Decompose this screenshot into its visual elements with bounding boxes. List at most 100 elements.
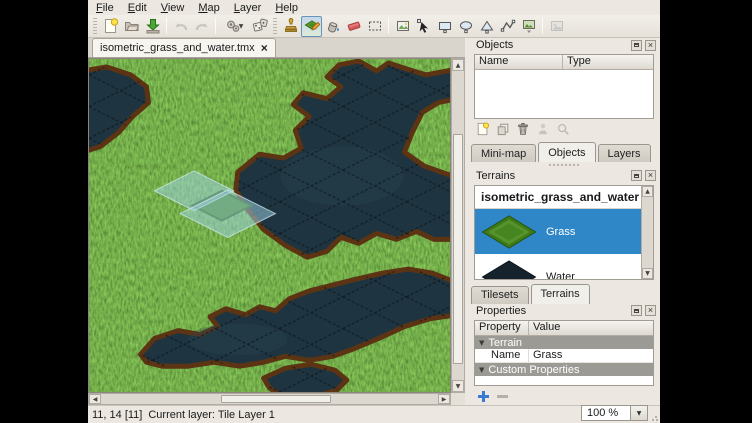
vertical-scrollbar[interactable]: ▲ ▼ xyxy=(451,58,465,393)
terrain-group-row[interactable]: ▼ Terrain xyxy=(475,336,653,349)
scroll-right-icon[interactable]: ▶ xyxy=(438,394,450,404)
tab-mini-map[interactable]: Mini-map xyxy=(471,144,536,162)
terrain-brush-button[interactable] xyxy=(301,16,322,37)
property-name: Name xyxy=(475,349,529,362)
menu-edit[interactable]: Edit xyxy=(128,2,147,14)
terrain-item-water[interactable]: Water xyxy=(475,254,653,279)
open-button[interactable] xyxy=(121,16,142,37)
trash-icon xyxy=(516,122,530,136)
terrains-list[interactable]: isometric_grass_and_water Grass Water ▲ … xyxy=(474,185,654,279)
insert-polygon-button[interactable] xyxy=(476,16,497,37)
objects-dock-titlebar[interactable]: Objects × xyxy=(468,38,660,53)
menu-help[interactable]: Help xyxy=(275,2,298,14)
stamp-brush-button[interactable] xyxy=(280,16,301,37)
picture-icon xyxy=(395,18,411,34)
execute-commands-button[interactable]: ▼ xyxy=(219,16,249,37)
redo-button[interactable] xyxy=(191,16,212,37)
horizontal-scrollbar[interactable]: ◀ ▶ xyxy=(88,393,451,405)
objects-list[interactable]: Name Type xyxy=(474,54,654,119)
close-dock-button[interactable]: × xyxy=(645,305,656,316)
insert-ellipse-button[interactable] xyxy=(455,16,476,37)
bucket-fill-button[interactable] xyxy=(322,16,343,37)
tileset-dock-tabs: Tilesets Terrains xyxy=(468,283,660,304)
float-dock-button[interactable] xyxy=(631,40,642,51)
save-button[interactable] xyxy=(142,16,163,37)
move-object-button[interactable] xyxy=(534,121,551,138)
add-property-button[interactable] xyxy=(478,391,489,402)
menu-layer[interactable]: Layer xyxy=(234,2,262,14)
edit-polygons-button[interactable] xyxy=(413,16,434,37)
menu-map[interactable]: Map xyxy=(198,2,219,14)
objects-column-type[interactable]: Type xyxy=(563,55,653,69)
close-dock-button[interactable]: × xyxy=(645,170,656,181)
scroll-up-icon[interactable]: ▲ xyxy=(642,186,653,197)
zoom-value-field[interactable]: 100 % xyxy=(581,405,631,421)
menu-view[interactable]: View xyxy=(161,2,185,14)
vertical-scroll-thumb[interactable] xyxy=(453,134,463,364)
map-editor-area: isometric_grass_and_water.tmx × xyxy=(88,38,465,405)
scroll-down-icon[interactable]: ▼ xyxy=(452,380,464,392)
zoom-dropdown-button[interactable]: ▼ xyxy=(631,405,648,421)
grass-terrain-thumbnail xyxy=(480,214,538,250)
property-value[interactable]: Grass xyxy=(529,349,653,362)
tab-objects[interactable]: Objects xyxy=(538,142,595,162)
select-objects-button[interactable] xyxy=(392,16,413,37)
horizontal-scroll-thumb[interactable] xyxy=(221,395,331,403)
inspect-object-button[interactable] xyxy=(554,121,571,138)
collapse-icon[interactable]: ▼ xyxy=(479,366,484,374)
objects-list-header: Name Type xyxy=(475,55,653,70)
terrains-scrollbar[interactable]: ▲ ▼ xyxy=(641,186,653,278)
random-mode-button[interactable] xyxy=(249,16,270,37)
tab-layers[interactable]: Layers xyxy=(598,144,651,162)
custom-properties-group-row[interactable]: ▼ Custom Properties xyxy=(475,363,653,376)
scroll-down-icon[interactable]: ▼ xyxy=(642,268,653,279)
float-dock-button[interactable] xyxy=(631,170,642,181)
float-icon xyxy=(634,174,639,178)
new-object-button[interactable] xyxy=(474,121,491,138)
tab-tilesets[interactable]: Tilesets xyxy=(471,286,529,304)
document-tab[interactable]: isometric_grass_and_water.tmx × xyxy=(92,38,276,57)
properties-table[interactable]: Property Value ▼ Terrain Name Grass ▼ Cu… xyxy=(474,320,654,386)
duplicate-object-button[interactable] xyxy=(494,121,511,138)
image-tool-button[interactable] xyxy=(546,16,567,37)
polygon-shape-icon xyxy=(479,18,495,34)
toolbar-drag-handle[interactable] xyxy=(273,18,277,34)
scroll-left-icon[interactable]: ◀ xyxy=(89,394,101,404)
insert-tile-button[interactable] xyxy=(518,16,539,37)
objects-column-name[interactable]: Name xyxy=(475,55,563,69)
zoom-control: 100 % ▼ xyxy=(581,405,648,421)
eraser-button[interactable] xyxy=(343,16,364,37)
property-column[interactable]: Property xyxy=(475,321,529,335)
remove-property-button[interactable] xyxy=(497,391,508,402)
terrains-dock-titlebar[interactable]: Terrains × xyxy=(468,168,660,183)
float-dock-button[interactable] xyxy=(631,305,642,316)
close-dock-button[interactable]: × xyxy=(645,40,656,51)
name-property-row[interactable]: Name Grass xyxy=(475,349,653,363)
insert-rectangle-button[interactable] xyxy=(434,16,455,37)
scroll-up-icon[interactable]: ▲ xyxy=(452,59,464,71)
bottom-dock-tabs: Mini-map Objects Layers xyxy=(468,141,660,162)
ellipse-shape-icon xyxy=(458,18,474,34)
isometric-map xyxy=(89,59,450,392)
close-tab-icon[interactable]: × xyxy=(261,43,268,53)
toolbar-drag-handle[interactable] xyxy=(93,18,97,34)
tab-terrains[interactable]: Terrains xyxy=(531,284,590,304)
map-canvas[interactable] xyxy=(88,58,451,393)
current-layer-label: Current layer: Tile Layer 1 xyxy=(148,409,275,421)
rectangular-select-button[interactable] xyxy=(364,16,385,37)
document-tab-label: isometric_grass_and_water.tmx xyxy=(100,42,255,54)
menu-file[interactable]: File xyxy=(96,2,114,14)
insert-polyline-button[interactable] xyxy=(497,16,518,37)
properties-dock-titlebar[interactable]: Properties × xyxy=(468,304,660,319)
resize-grip[interactable] xyxy=(651,414,659,422)
new-map-button[interactable] xyxy=(100,16,121,37)
terrain-item-grass[interactable]: Grass xyxy=(475,209,653,254)
cursor-position: 11, 14 [11] xyxy=(92,409,142,421)
toolbar-separator xyxy=(388,18,389,34)
tiled-window: File Edit View Map Layer Help ▼ xyxy=(88,0,660,423)
delete-object-button[interactable] xyxy=(514,121,531,138)
dropdown-caret-icon: ▼ xyxy=(239,23,244,30)
value-column[interactable]: Value xyxy=(529,321,653,335)
undo-button[interactable] xyxy=(170,16,191,37)
collapse-icon[interactable]: ▼ xyxy=(479,339,484,347)
